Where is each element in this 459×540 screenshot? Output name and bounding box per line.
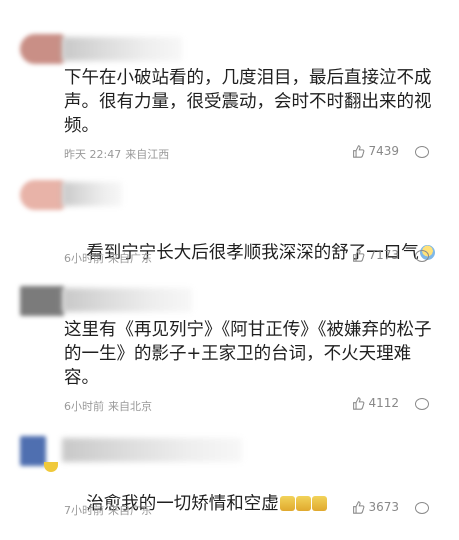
comment-text: 这里有《再见列宁》《阿甘正传》《被嫌弃的松子的一生》的影子+王家卫的台词，不火天… [64, 320, 432, 388]
like-button[interactable]: 7439 [352, 144, 399, 158]
like-count: 4112 [368, 396, 399, 410]
reply-bubble-icon[interactable] [415, 146, 429, 158]
like-count: 7173 [368, 248, 399, 262]
avatar-emoji-icon [44, 462, 58, 472]
comment-time: 6小时前 [64, 252, 104, 265]
cat-face-icon [295, 496, 311, 511]
like-button[interactable]: 7173 [352, 248, 399, 262]
comment-text: 下午在小破站看的，几度泪目，最后直接泣不成声。很有力量，很受震动，会时不时翻出来… [64, 68, 432, 136]
comment-source: 来自北京 [108, 400, 152, 413]
username-blurred[interactable] [62, 288, 192, 312]
like-button[interactable]: 4112 [352, 396, 399, 410]
like-button[interactable]: 3673 [352, 500, 399, 514]
username-blurred[interactable] [62, 438, 242, 462]
username-blurred[interactable] [62, 182, 122, 206]
thumbs-up-icon [353, 396, 365, 410]
thumbs-up-icon [353, 248, 365, 262]
comment-source: 来自广东 [108, 252, 152, 265]
avatar[interactable] [20, 286, 64, 316]
comment-meta: 6小时前 来自北京 [64, 398, 152, 414]
comment-meta: 7小时前 来自广东 [64, 502, 152, 518]
thumbs-up-icon [353, 500, 365, 514]
avatar[interactable] [20, 180, 64, 210]
reply-bubble-icon[interactable] [415, 250, 429, 262]
cat-face-icon [279, 496, 295, 511]
comment-time: 6小时前 [64, 400, 104, 413]
comment-meta: 昨天 22:47 来自江西 [64, 146, 169, 162]
avatar[interactable] [20, 436, 46, 466]
comment-time: 昨天 22:47 [64, 148, 122, 161]
comment-meta: 6小时前 来自广东 [64, 250, 152, 266]
like-count: 3673 [368, 500, 399, 514]
reply-bubble-icon[interactable] [415, 398, 429, 410]
comment-time: 7小时前 [64, 504, 104, 517]
comment-source: 来自广东 [108, 504, 152, 517]
cat-face-icon [311, 496, 327, 511]
thumbs-up-icon [353, 144, 365, 158]
like-count: 7439 [368, 144, 399, 158]
username-blurred[interactable] [62, 37, 182, 61]
comment-source: 来自江西 [125, 148, 170, 161]
reply-bubble-icon[interactable] [415, 502, 429, 514]
avatar[interactable] [20, 34, 64, 64]
